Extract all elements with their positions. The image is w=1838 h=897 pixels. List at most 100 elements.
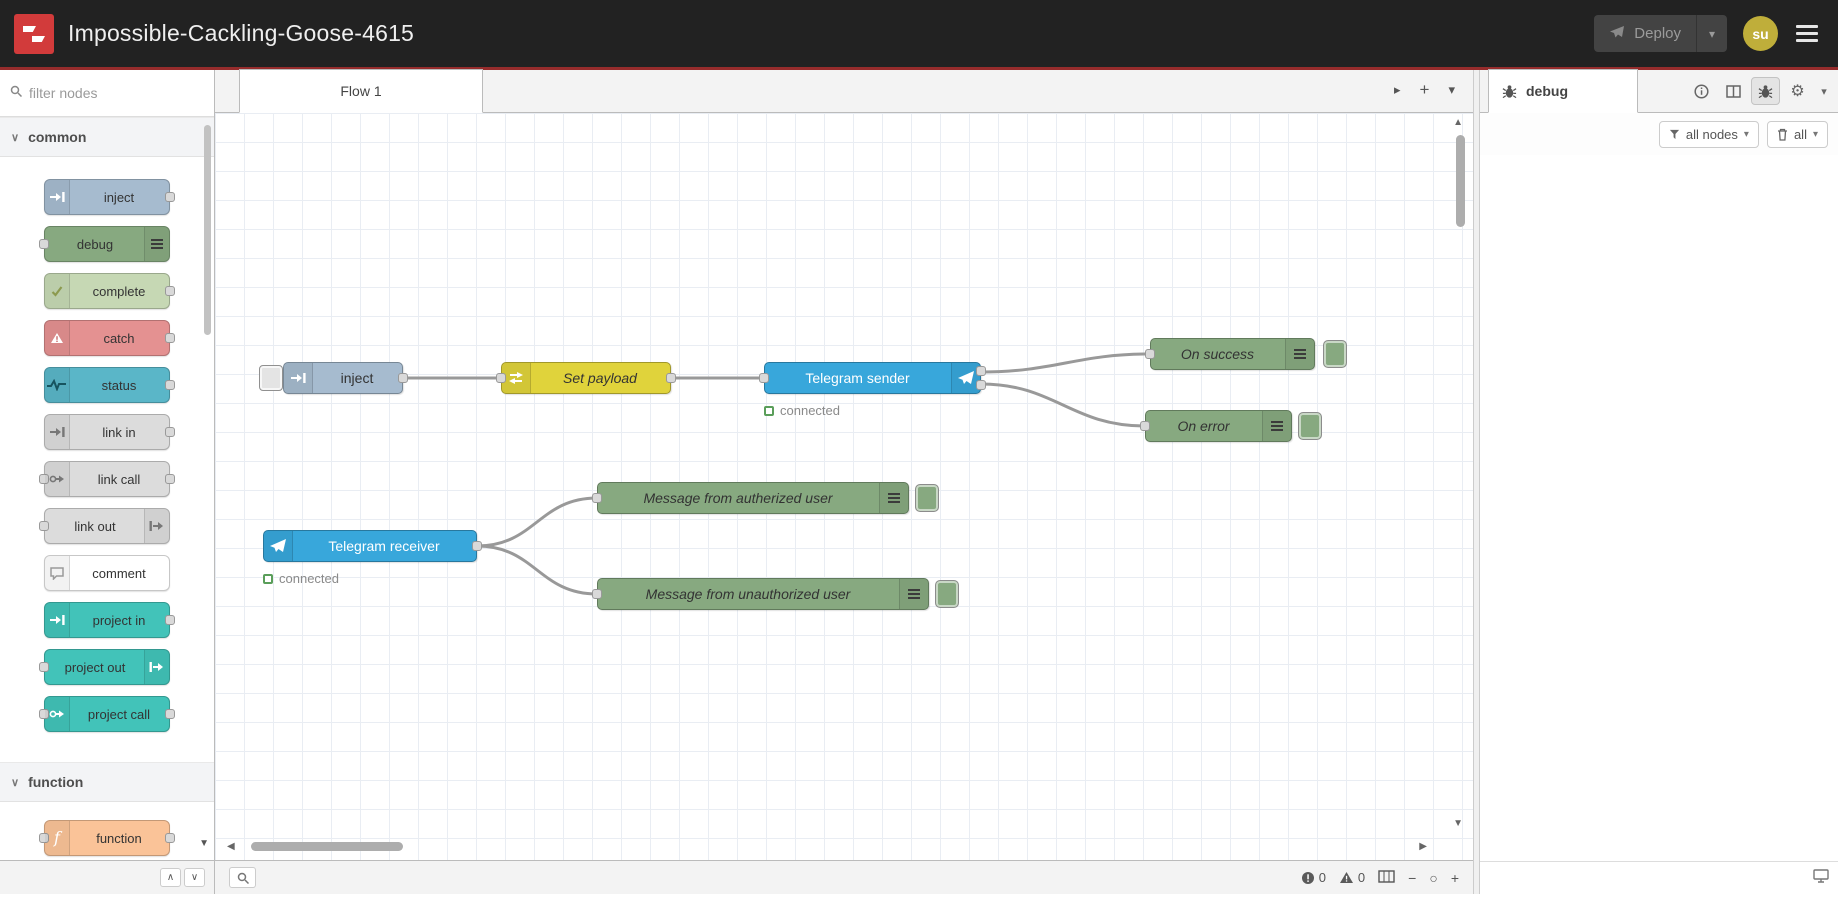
node-red-logo	[14, 13, 54, 54]
debug-filter-button[interactable]: all nodes ▾	[1658, 120, 1759, 148]
output-port[interactable]	[165, 333, 175, 343]
palette-node-status[interactable]: status	[44, 367, 175, 403]
sidebar-menu-button[interactable]: ▾	[1815, 77, 1833, 105]
link-out-icon	[144, 509, 169, 543]
help-tab-button[interactable]	[1719, 77, 1748, 105]
tab-scroll-right-button[interactable]: ▸	[1394, 82, 1401, 98]
wire[interactable]	[979, 352, 1152, 374]
canvas-horizontal-scrollbar[interactable]	[251, 842, 403, 851]
palette-scroll-down-icon[interactable]: ▼	[199, 838, 209, 849]
palette-node-function[interactable]: f function	[39, 820, 175, 856]
inject-trigger-button[interactable]	[259, 365, 283, 391]
zoom-out-button[interactable]: −	[1408, 870, 1416, 886]
config-tab-button[interactable]: ⚙	[1783, 77, 1812, 105]
info-tab-button[interactable]	[1687, 77, 1716, 105]
canvas-scroll-up-icon[interactable]: ▲	[1453, 117, 1463, 128]
bug-icon	[1758, 84, 1773, 98]
palette-node-debug[interactable]: debug	[39, 226, 170, 262]
user-avatar[interactable]: su	[1743, 16, 1778, 51]
canvas-scroll-left-icon[interactable]: ◀	[227, 841, 235, 852]
navigator-button[interactable]	[1378, 869, 1395, 886]
status-connected-icon	[764, 405, 774, 416]
input-port[interactable]	[496, 373, 506, 383]
sidebar-resizer[interactable]	[1473, 70, 1480, 894]
wire[interactable]	[475, 544, 599, 596]
palette-node-project-in[interactable]: project in	[44, 602, 175, 638]
palette-node-link-call[interactable]: link call	[39, 461, 175, 497]
output-port[interactable]	[165, 709, 175, 719]
palette-scroll-area: ∨ common inject debug complete catch sta…	[0, 117, 214, 860]
palette-scrollbar[interactable]	[204, 125, 211, 335]
collapse-all-button[interactable]: ∧	[160, 868, 181, 887]
flow-node-msg-unauthorized[interactable]: Message from unauthorized user	[592, 578, 929, 610]
flow-node-on-success[interactable]: On success	[1145, 338, 1315, 370]
canvas-vertical-scrollbar[interactable]	[1456, 135, 1465, 227]
output-port[interactable]	[165, 192, 175, 202]
output-port[interactable]	[976, 366, 986, 376]
debug-lines-icon	[899, 579, 928, 609]
debug-toggle-button[interactable]	[1298, 412, 1322, 440]
debug-lines-icon	[879, 483, 908, 513]
palette-node-inject[interactable]: inject	[44, 179, 175, 215]
node-status-receiver: connected	[263, 571, 339, 586]
flow-node-telegram-sender[interactable]: Telegram sender	[759, 362, 986, 394]
book-icon	[1726, 84, 1741, 98]
expand-all-button[interactable]: ∨	[184, 868, 205, 887]
workspace-footer: 0 0 − ○ +	[215, 860, 1473, 894]
debug-clear-button[interactable]: all ▾	[1766, 120, 1828, 148]
warning-triangle-icon	[1339, 872, 1353, 883]
flow-node-set-payload[interactable]: Set payload	[496, 362, 676, 394]
output-port[interactable]	[165, 380, 175, 390]
output-port[interactable]	[472, 541, 482, 551]
flow-canvas[interactable]: inject Set payload Telegram sender conne…	[215, 113, 1473, 860]
warnings-indicator[interactable]: 0	[1339, 870, 1365, 885]
palette-node-link-in[interactable]: link in	[44, 414, 175, 450]
output-port[interactable]	[165, 427, 175, 437]
palette-category-function[interactable]: ∨ function	[0, 762, 214, 802]
output-port[interactable]	[398, 373, 408, 383]
flow-list-button[interactable]: ▾	[1448, 82, 1455, 98]
search-icon	[10, 84, 23, 102]
palette-node-link-out[interactable]: link out	[39, 508, 170, 544]
canvas-scroll-right-icon[interactable]: ▶	[1419, 841, 1427, 852]
flow-node-telegram-receiver[interactable]: Telegram receiver	[263, 530, 482, 562]
output-port[interactable]	[165, 615, 175, 625]
main-menu-button[interactable]	[1794, 21, 1820, 46]
debug-toggle-button[interactable]	[1323, 340, 1347, 368]
flow-node-on-error[interactable]: On error	[1140, 410, 1292, 442]
output-port[interactable]	[165, 474, 175, 484]
map-icon	[1378, 869, 1395, 883]
palette-node-comment[interactable]: comment	[44, 555, 170, 591]
palette-node-project-call[interactable]: project call	[39, 696, 175, 732]
zoom-in-button[interactable]: +	[1451, 870, 1459, 886]
errors-indicator[interactable]: 0	[1301, 870, 1326, 885]
add-flow-button[interactable]: +	[1420, 80, 1430, 100]
debug-tab-button[interactable]	[1751, 77, 1780, 105]
canvas-scroll-down-icon[interactable]: ▼	[1453, 818, 1463, 829]
debug-toggle-button[interactable]	[935, 580, 959, 608]
palette-node-catch[interactable]: catch	[44, 320, 175, 356]
tab-flow-1[interactable]: Flow 1	[239, 69, 483, 113]
event-log-button[interactable]	[1813, 868, 1829, 888]
wire[interactable]	[979, 382, 1147, 428]
deploy-button[interactable]: Deploy ▾	[1594, 15, 1727, 52]
chevron-down-icon: ∨	[11, 131, 20, 144]
project-out-icon	[144, 650, 169, 684]
output-port[interactable]	[976, 380, 986, 390]
zoom-reset-button[interactable]: ○	[1429, 870, 1437, 886]
flow-node-msg-authorized[interactable]: Message from autherized user	[592, 482, 909, 514]
flow-node-inject[interactable]: inject	[283, 362, 408, 394]
wire[interactable]	[475, 496, 599, 548]
output-port[interactable]	[165, 286, 175, 296]
search-flows-button[interactable]	[229, 867, 256, 888]
palette-filter-input[interactable]	[29, 85, 204, 101]
output-port[interactable]	[165, 833, 175, 843]
debug-sidebar: debug ⚙ ▾ all nodes ▾ all ▾	[1480, 69, 1838, 894]
palette-category-common[interactable]: ∨ common	[0, 117, 214, 157]
palette-node-complete[interactable]: complete	[44, 273, 175, 309]
debug-toggle-button[interactable]	[915, 484, 939, 512]
palette-node-project-out[interactable]: project out	[39, 649, 170, 685]
deploy-options-button[interactable]: ▾	[1697, 15, 1727, 52]
sidebar-tab-debug[interactable]: debug	[1488, 69, 1638, 113]
output-port[interactable]	[666, 373, 676, 383]
